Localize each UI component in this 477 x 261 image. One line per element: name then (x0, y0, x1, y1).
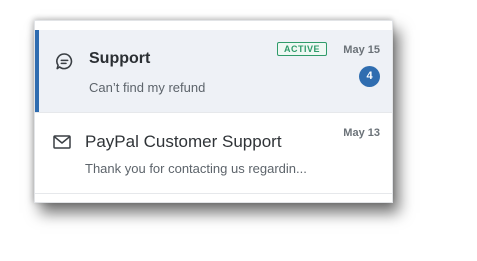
chat-bubble-icon (56, 53, 73, 70)
conversation-list: Support Can’t find my refund ACTIVE May … (34, 20, 393, 203)
conversation-date: May 15 (343, 44, 380, 56)
conversation-title: Support (89, 50, 151, 67)
status-badge: ACTIVE (277, 42, 328, 56)
conversation-preview: Thank you for contacting us regardin... (85, 161, 307, 176)
conversation-preview: Can’t find my refund (89, 80, 206, 95)
conversation-date: May 13 (343, 127, 380, 139)
conversation-item-support[interactable]: Support Can’t find my refund ACTIVE May … (35, 30, 392, 112)
conversation-title: PayPal Customer Support (85, 132, 282, 151)
conversation-item-paypal-support[interactable]: PayPal Customer Support Thank you for co… (35, 112, 392, 194)
envelope-icon (53, 135, 71, 149)
unread-count-badge: 4 (359, 66, 380, 87)
